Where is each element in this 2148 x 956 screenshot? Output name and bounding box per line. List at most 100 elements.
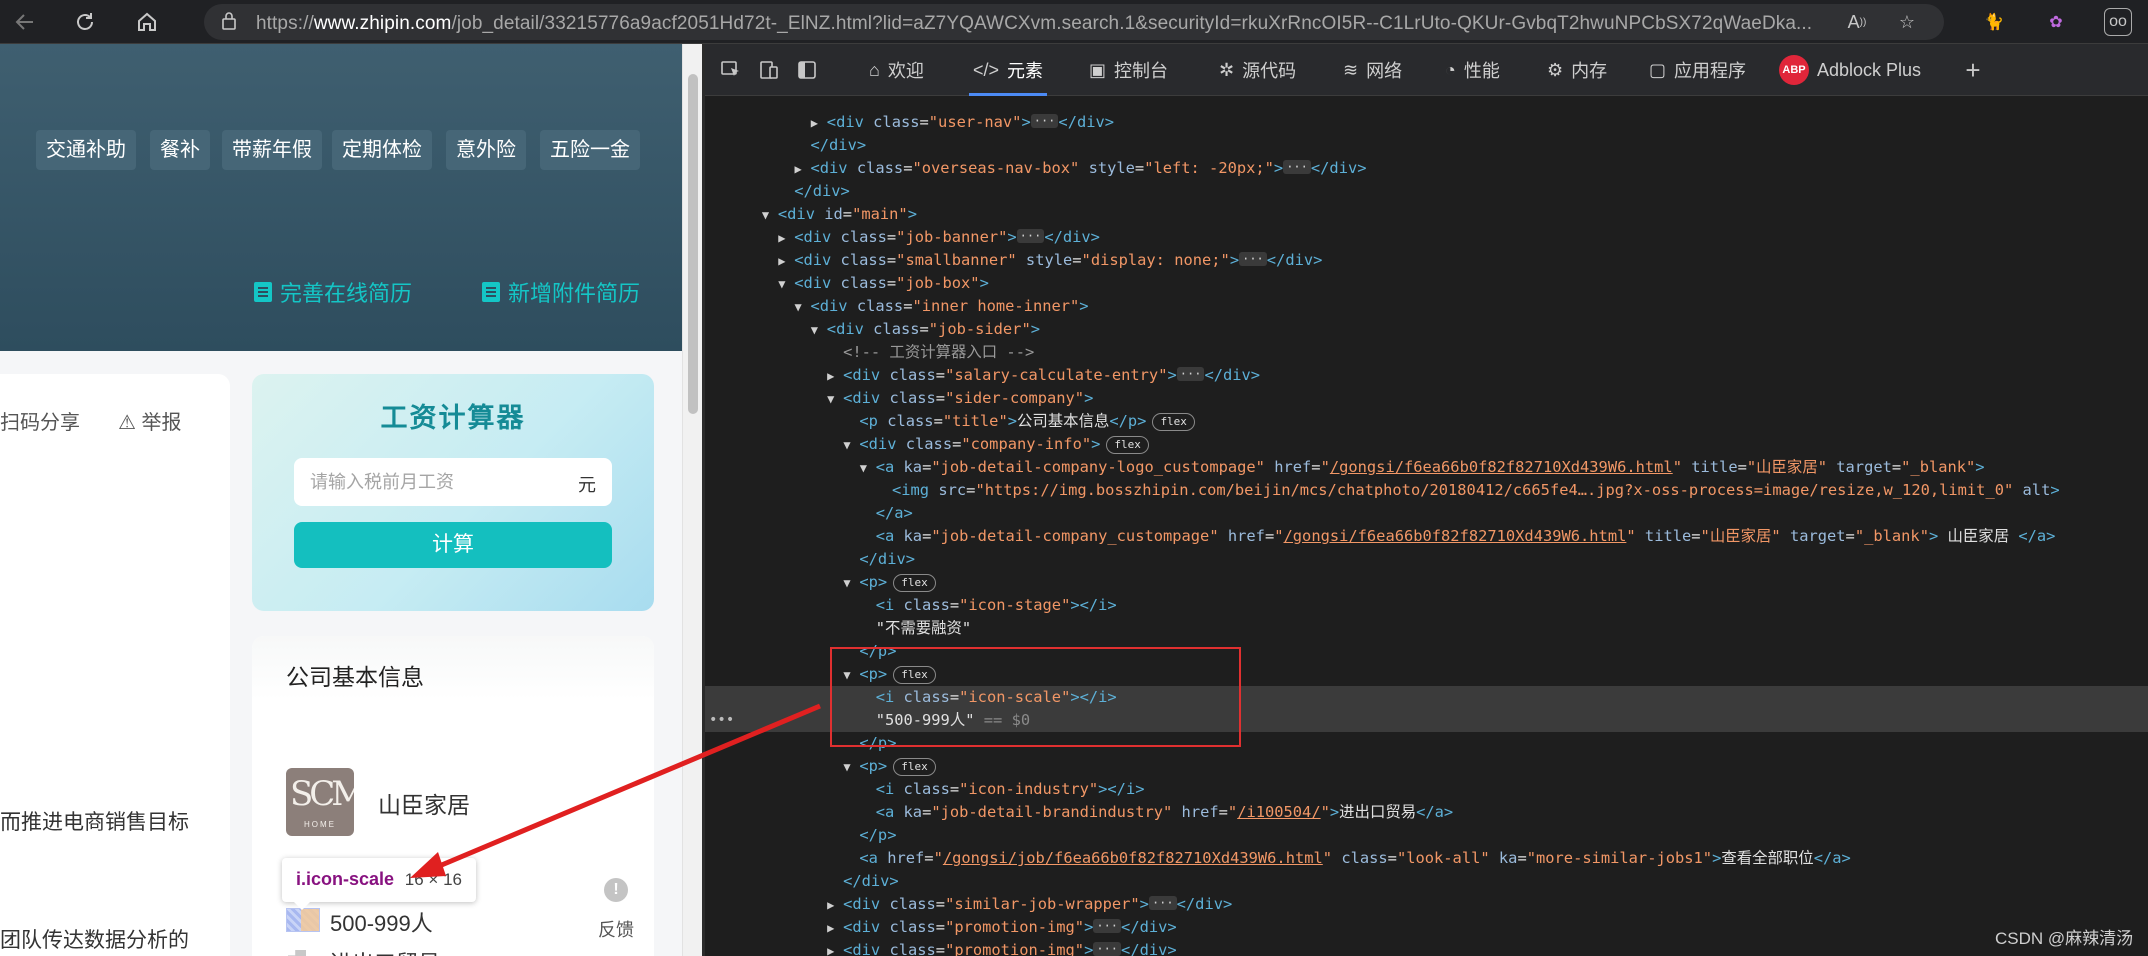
expand-toggle-icon[interactable]: ▶ — [778, 250, 794, 273]
expand-toggle-icon[interactable]: ▶ — [827, 894, 843, 917]
dom-node-line[interactable]: </div> — [705, 134, 2148, 157]
expand-toggle-icon[interactable]: ▼ — [811, 319, 827, 342]
feedback-label: 反馈 — [598, 920, 634, 940]
page-scroll-thumb[interactable] — [688, 74, 698, 414]
dom-node-line[interactable]: ▶ <div class="promotion-img"> ··· </div> — [705, 916, 2148, 939]
feedback-button[interactable]: ! 反馈 — [584, 864, 648, 952]
browser-toolbar: https://www.zhipin.com/job_detail/332157… — [0, 0, 2148, 44]
tab-memory[interactable]: ⚙ 内存 — [1547, 44, 1607, 96]
tab-application[interactable]: ▢ 应用程序 — [1649, 44, 1746, 96]
dom-node-line[interactable]: </p> — [705, 824, 2148, 847]
dom-node-line[interactable]: "不需要融资" — [705, 617, 2148, 640]
add-tab-icon[interactable]: + — [1959, 55, 1987, 85]
device-emulation-icon[interactable] — [755, 56, 783, 84]
complete-resume-link[interactable]: 完善在线简历 — [254, 276, 412, 308]
dom-node-line[interactable]: </a> — [705, 502, 2148, 525]
tab-console[interactable]: ▣ 控制台 — [1089, 44, 1168, 96]
logo-text: SCM — [290, 774, 354, 814]
dom-node-line[interactable]: ▼ <div id="main"> — [705, 203, 2148, 226]
expand-toggle-icon[interactable]: ▶ — [827, 917, 843, 940]
address-bar[interactable]: https://www.zhipin.com/job_detail/332157… — [204, 4, 1944, 40]
tab-network[interactable]: ≋ 网络 — [1343, 44, 1402, 96]
refresh-icon — [77, 13, 93, 30]
dom-node-line[interactable]: <a ka="job-detail-company_custompage" hr… — [705, 525, 2148, 548]
company-scale: 500-999人 — [330, 911, 433, 936]
dock-side-icon[interactable] — [793, 56, 821, 84]
arrow-left-icon — [15, 14, 33, 30]
dom-node-line[interactable]: ▶ <div class="user-nav"> ··· </div> — [705, 111, 2148, 134]
expand-toggle-icon[interactable]: ▶ — [778, 227, 794, 250]
company-name-link[interactable]: 山臣家居 — [378, 786, 470, 820]
dom-node-line[interactable]: <i class="icon-stage"></i> — [705, 594, 2148, 617]
dom-node-line[interactable]: <i class="icon-industry"></i> — [705, 778, 2148, 801]
expand-toggle-icon[interactable]: ▼ — [843, 756, 859, 779]
company-industry-link[interactable]: 进出口贸易 — [330, 946, 440, 956]
dom-node-line[interactable]: ▶ <div class="promotion-img"> ··· </div> — [705, 939, 2148, 956]
company-logo[interactable]: SCM HOME — [286, 768, 354, 836]
favorite-star-icon[interactable]: ☆ — [1894, 10, 1920, 34]
read-aloud-icon[interactable]: A)) — [1844, 10, 1870, 34]
expand-toggle-icon[interactable]: ▼ — [795, 296, 811, 319]
dom-node-line[interactable]: </div> — [705, 180, 2148, 203]
dom-node-line[interactable]: <p class="title">公司基本信息</p> flex — [705, 410, 2148, 433]
expand-toggle-icon[interactable]: ▶ — [811, 112, 827, 135]
console-icon: ▣ — [1089, 59, 1107, 80]
tab-welcome[interactable]: ⌂ 欢迎 — [869, 44, 924, 96]
dom-node-line[interactable]: <a href="/gongsi/job/f6ea66b0f82f82710Xd… — [705, 847, 2148, 870]
add-attachment-resume-link[interactable]: 新增附件简历 — [482, 276, 640, 308]
dom-node-line[interactable]: ▼ <p> flex — [705, 755, 2148, 778]
dom-node-line[interactable]: </div> — [705, 548, 2148, 571]
dom-node-line[interactable]: <!-- 工资计算器入口 --> — [705, 341, 2148, 364]
dom-node-line[interactable]: ▶ <div class="overseas-nav-box" style="le… — [705, 157, 2148, 180]
monthly-salary-input[interactable] — [310, 458, 560, 506]
expand-toggle-icon[interactable]: ▼ — [843, 572, 859, 595]
tab-adblock-plus[interactable]: ABP Adblock Plus — [1779, 44, 1921, 96]
tab-performance-label: 性能 — [1463, 61, 1500, 81]
dom-node-line[interactable]: ▼ <div class="job-sider"> — [705, 318, 2148, 341]
report-link[interactable]: ⚠ 举报 — [118, 406, 182, 435]
more-options-icon[interactable]: ••• — [709, 709, 734, 732]
benefit-tag: 定期体检 — [332, 130, 432, 170]
dom-node-line[interactable]: <img src="https://img.bosszhipin.com/bei… — [705, 479, 2148, 502]
expand-toggle-icon[interactable]: ▶ — [795, 158, 811, 181]
expand-toggle-icon[interactable]: ▼ — [827, 388, 843, 411]
tab-performance[interactable]: ◔ 性能 — [1445, 44, 1500, 96]
expand-toggle-icon[interactable]: ▼ — [860, 457, 876, 480]
dom-node-line[interactable]: ▶ <div class="smallbanner" style="display… — [705, 249, 2148, 272]
home-icon: ⌂ — [869, 59, 880, 80]
expand-toggle-icon[interactable]: ▶ — [827, 365, 843, 388]
dom-node-line[interactable]: ▼ <div class="company-info"> flex — [705, 433, 2148, 456]
dom-node-line[interactable]: <a ka="job-detail-brandindustry" href="/… — [705, 801, 2148, 824]
extension-cat-icon[interactable]: 🐈 — [1980, 8, 2008, 36]
application-icon: ▢ — [1649, 59, 1667, 80]
page-scrollbar[interactable] — [682, 44, 702, 956]
dom-node-line[interactable]: ▶ <div class="similar-job-wrapper"> ··· </d… — [705, 893, 2148, 916]
calculate-button[interactable]: 计算 — [294, 522, 612, 568]
elements-tree: ▶ <div class="user-nav"> ··· </div> </div> ▶ <… — [705, 97, 2148, 956]
dom-node-line[interactable]: ▼ <div class="job-box"> — [705, 272, 2148, 295]
expand-toggle-icon[interactable]: ▼ — [843, 434, 859, 457]
panel-icon — [798, 61, 816, 79]
salary-calculator-card: 工资计算器 元 计算 — [252, 374, 654, 611]
dom-node-line[interactable]: ▶ <div class="salary-calculate-entry"> ···… — [705, 364, 2148, 387]
dom-node-line[interactable]: </div> — [705, 870, 2148, 893]
back-button[interactable] — [8, 6, 42, 38]
web-page: 交通补助 餐补 带薪年假 定期体检 意外险 五险一金 完善在线简历 新增附件简历… — [0, 44, 682, 956]
tab-welcome-label: 欢迎 — [887, 61, 924, 81]
inspect-element-icon[interactable] — [717, 56, 745, 84]
tab-sources[interactable]: ✲ 源代码 — [1219, 44, 1296, 96]
dom-node-line[interactable]: ▼ <div class="inner home-inner"> — [705, 295, 2148, 318]
dom-node-line[interactable]: ▼ <p> flex — [705, 571, 2148, 594]
dom-node-line[interactable]: ▶ <div class="job-banner"> ··· </div> — [705, 226, 2148, 249]
dom-node-line[interactable]: ▼ <a ka="job-detail-company-logo_custompa… — [705, 456, 2148, 479]
extension-glasses-icon[interactable]: oo — [2104, 8, 2132, 36]
home-button[interactable] — [130, 6, 164, 38]
share-qr-link[interactable]: 扫码分享 — [0, 406, 80, 435]
expand-toggle-icon[interactable]: ▶ — [827, 940, 843, 956]
extension-brain-icon[interactable]: ✿ — [2042, 8, 2070, 36]
tab-elements[interactable]: </> 元素 — [968, 44, 1048, 96]
expand-toggle-icon[interactable]: ▼ — [762, 204, 778, 227]
dom-node-line[interactable]: ▼ <div class="sider-company"> — [705, 387, 2148, 410]
refresh-button[interactable] — [68, 6, 102, 38]
expand-toggle-icon[interactable]: ▼ — [778, 273, 794, 296]
